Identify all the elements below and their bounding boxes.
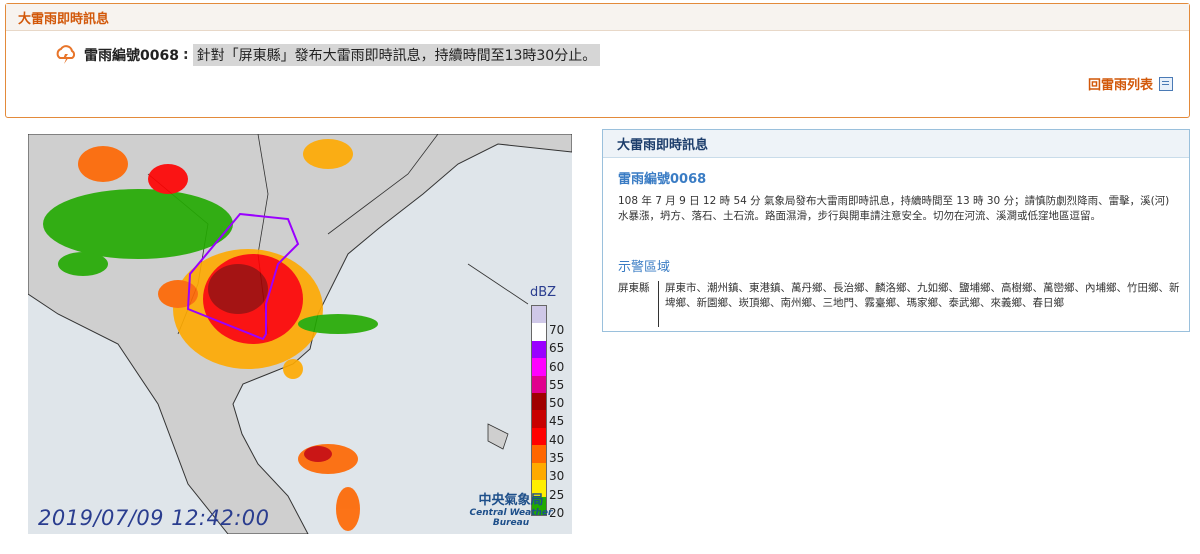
- legend-swatch: [532, 375, 546, 393]
- legend-swatch: [532, 427, 546, 446]
- legend-swatch: [532, 392, 546, 411]
- bureau-name-en: Central Weather Bureau: [469, 508, 553, 528]
- back-to-list-label: 回雷雨列表: [1087, 78, 1153, 93]
- legend-swatch: [532, 340, 546, 359]
- legend-swatch: [532, 323, 546, 341]
- detail-alert-id: 雷雨編號0068: [618, 172, 707, 187]
- dbz-color-scale: [531, 305, 547, 516]
- warning-area-title: 示警區域: [618, 260, 671, 275]
- alert-message: 針對「屏東縣」發布大雷雨即時訊息，持續時間至13時30分止。: [192, 44, 601, 66]
- legend-label: 65: [549, 341, 565, 356]
- radar-map: dBZ 70 65 60 55 50 45 40 35 30 25 20 2019/07/09 12…: [28, 134, 572, 534]
- radar-image: [28, 134, 572, 534]
- warning-county: 屏東縣: [618, 281, 659, 327]
- legend-label: 70: [549, 323, 565, 337]
- legend-title: dBZ: [530, 285, 557, 300]
- bureau-name-zh: 中央氣象局: [478, 493, 544, 508]
- legend-label: 40: [549, 432, 565, 447]
- legend-label: 35: [549, 451, 565, 466]
- legend-label: 45: [549, 414, 565, 429]
- alert-colon: :: [182, 47, 189, 63]
- alert-summary-panel: 大雷雨即時訊息 雷雨編號0068 : 針對「屏東縣」發布大雷雨即時訊息，持續時間…: [5, 3, 1190, 118]
- bureau-logo: 中央氣象局 Central Weather Bureau: [450, 489, 572, 528]
- thunder-cloud-icon: [56, 45, 76, 64]
- alert-id: 雷雨編號0068: [84, 48, 179, 64]
- alert-detail-panel: 大雷雨即時訊息 雷雨編號0068 108 年 7 月 9 日 12 時 54 分…: [602, 129, 1190, 332]
- list-icon: [1159, 76, 1173, 91]
- legend-label: 30: [549, 469, 565, 484]
- panel-header: 大雷雨即時訊息: [6, 4, 1189, 31]
- back-to-list-link[interactable]: 回雷雨列表: [1088, 74, 1173, 93]
- detail-header: 大雷雨即時訊息: [603, 130, 1189, 158]
- legend-swatch: [532, 445, 546, 463]
- detail-title: 大雷雨即時訊息: [617, 138, 709, 153]
- legend-label: 55: [549, 377, 565, 392]
- legend-swatch: [532, 462, 546, 480]
- legend-label: 60: [549, 359, 565, 374]
- warning-towns: 屏東市、潮州鎮、東港鎮、萬丹鄉、長治鄉、麟洛鄉、九如鄉、鹽埔鄉、高樹鄉、萬巒鄉、…: [665, 282, 1180, 309]
- legend-swatch: [532, 410, 546, 428]
- panel-title: 大雷雨即時訊息: [18, 11, 110, 27]
- alert-line: 雷雨編號0068 : 針對「屏東縣」發布大雷雨即時訊息，持續時間至13時30分止…: [54, 44, 601, 66]
- radar-timestamp: 2019/07/09 12:42:00: [38, 506, 270, 530]
- legend-label: 50: [549, 396, 565, 411]
- legend-swatch: [532, 306, 546, 324]
- detail-description: 108 年 7 月 9 日 12 時 54 分 氣象局發布大雷雨即時訊息，持續時…: [618, 195, 1170, 222]
- legend-swatch: [532, 358, 546, 376]
